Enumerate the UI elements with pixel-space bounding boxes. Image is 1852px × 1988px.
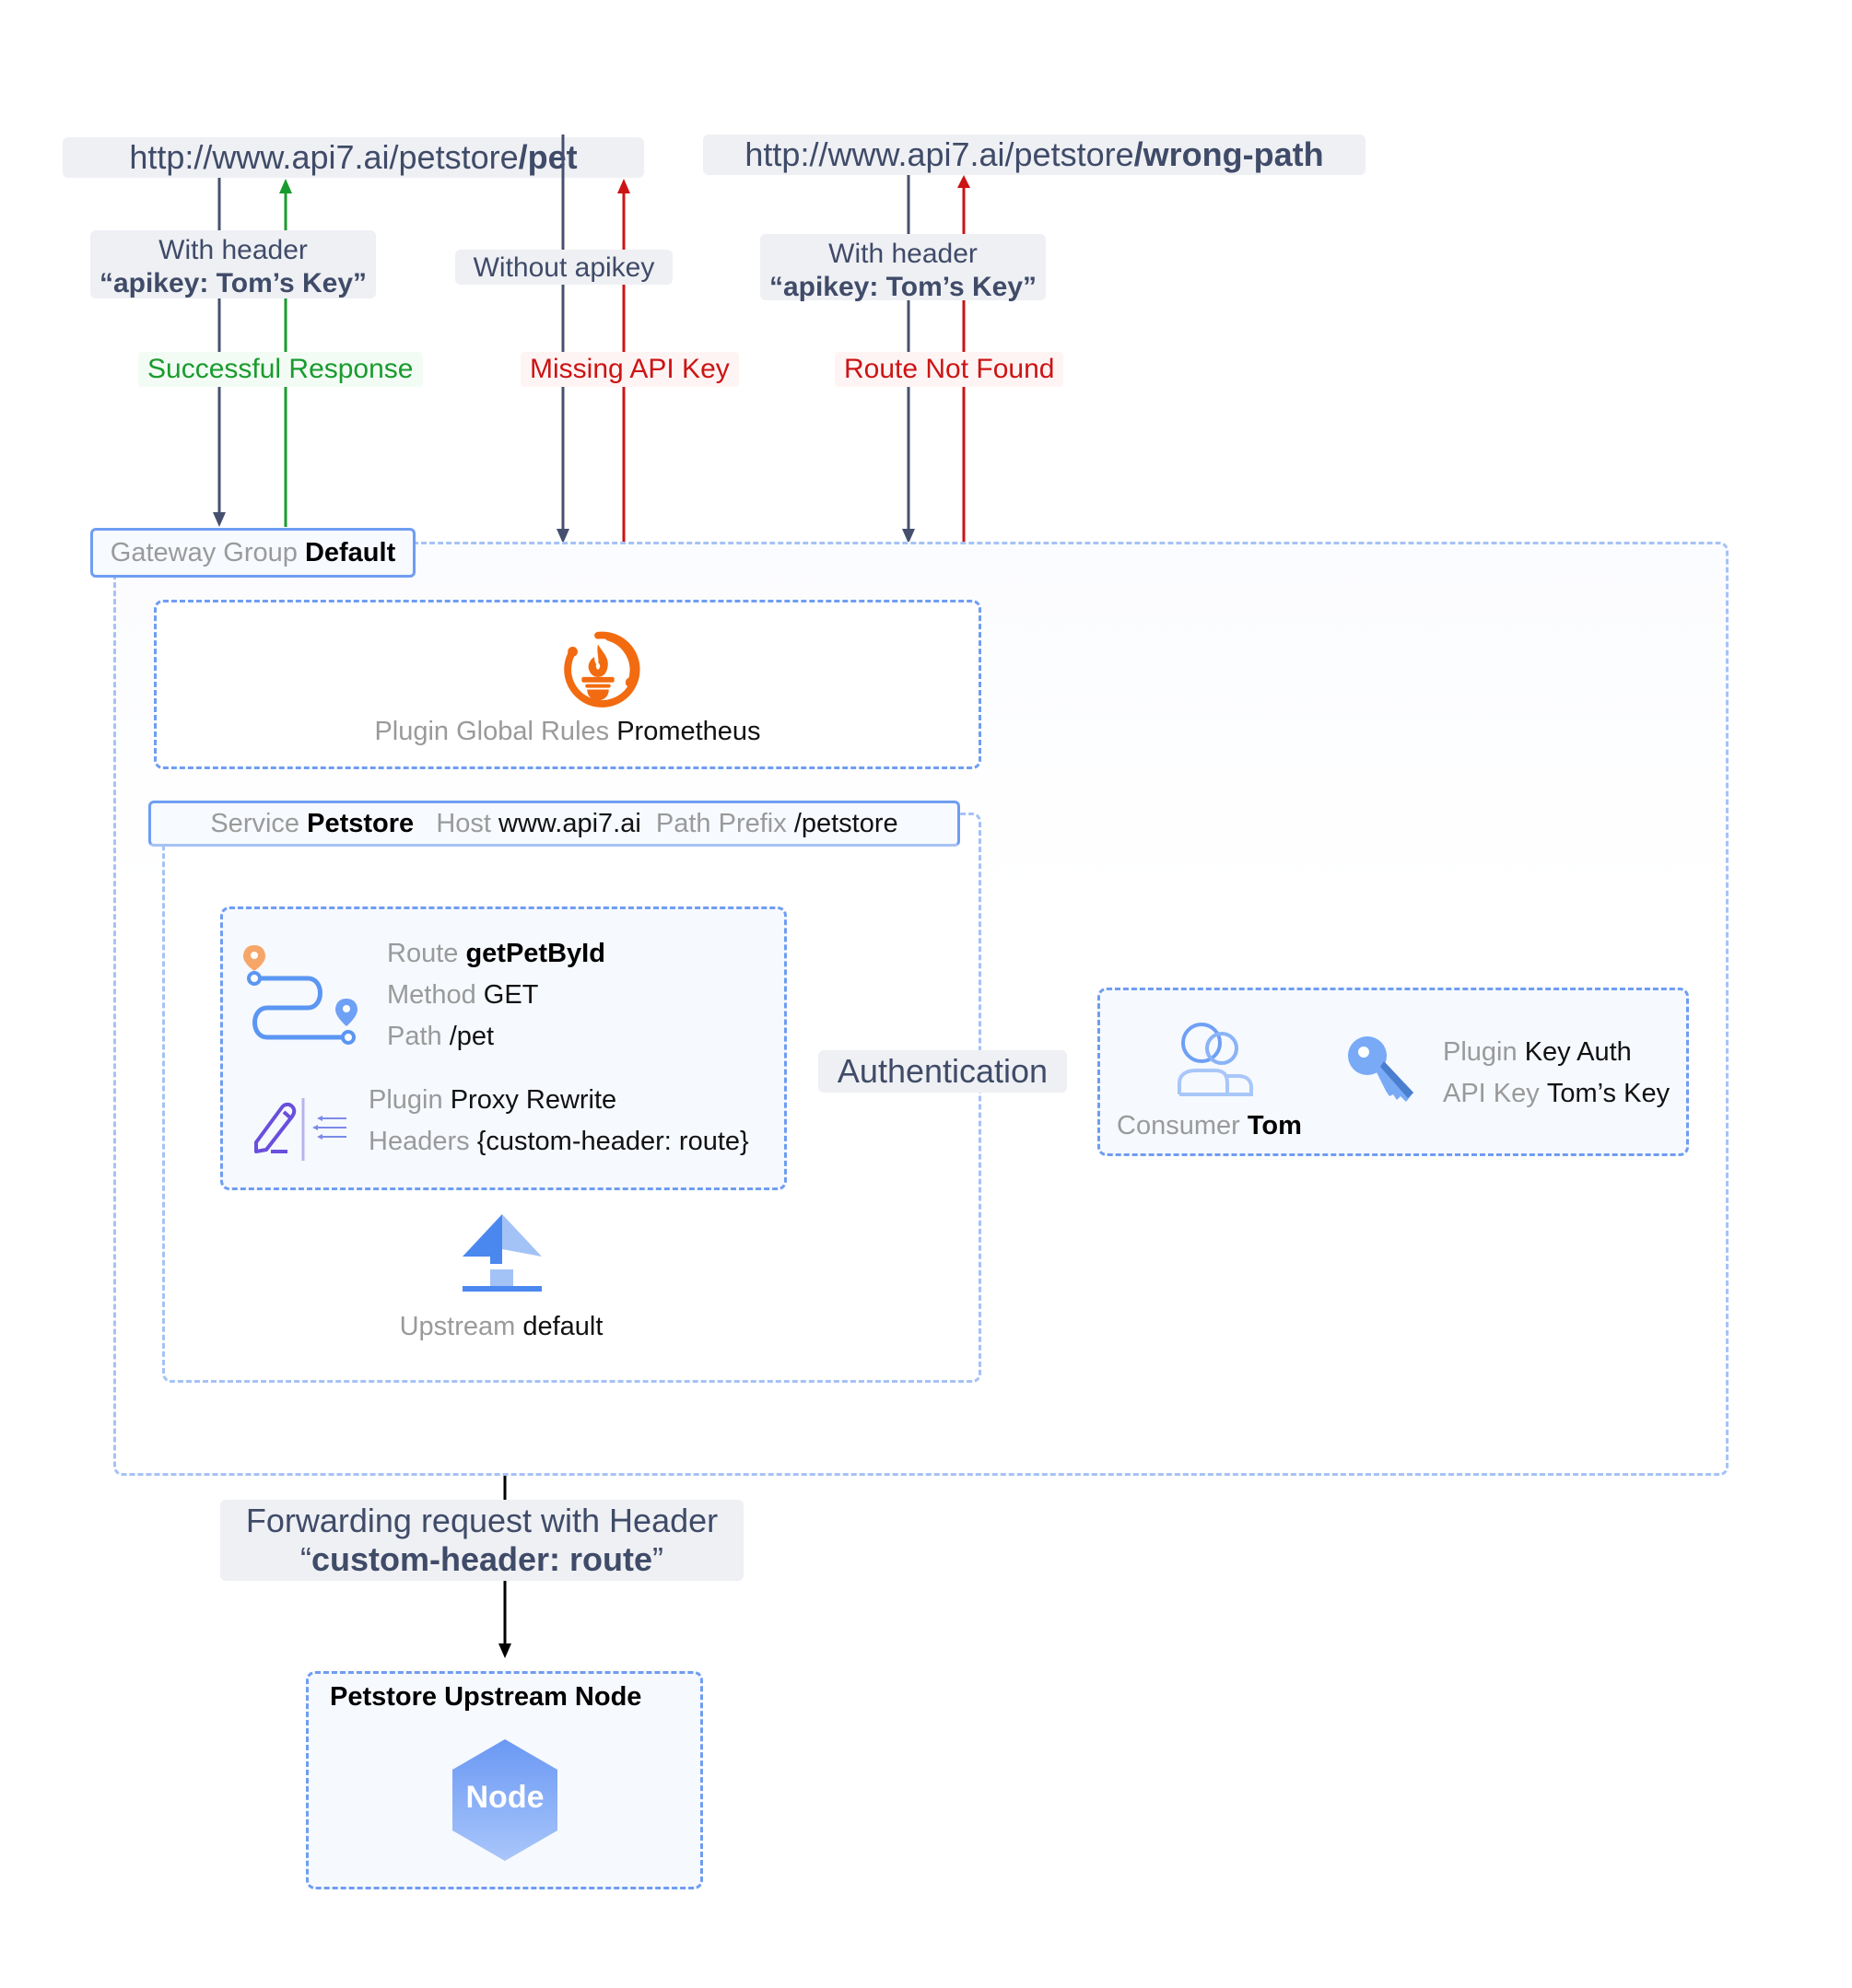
forward-arrowhead <box>498 1643 511 1658</box>
proxy-rewrite-icon <box>254 1098 346 1161</box>
plugin-row: Plugin Proxy Rewrite <box>369 1080 749 1121</box>
apikey-value: Tom’s Key <box>1546 1079 1670 1108</box>
consumer-key: Consumer <box>1117 1111 1240 1140</box>
service-prefix: /petstore <box>793 808 898 838</box>
path-value: /pet <box>449 1022 495 1051</box>
forwarding-line1: Forwarding request with Header <box>245 1502 719 1539</box>
gateway-group-label: Gateway Group Default <box>90 528 416 578</box>
prometheus-icon <box>564 631 640 707</box>
global-rules-key: Plugin Global Rules <box>374 717 610 746</box>
request-label-line1: With header <box>828 239 978 269</box>
service-name: Petstore <box>307 808 415 838</box>
request-label-2: Without apikey <box>455 250 673 285</box>
forwarding-line2: “custom-header: route” <box>220 1540 744 1579</box>
headers-key: Headers <box>369 1127 470 1156</box>
consumer-apikey-row: API Key Tom’s Key <box>1443 1073 1670 1115</box>
route-name-row: Route getPetById <box>387 933 605 975</box>
request-arrowhead-1 <box>213 512 226 527</box>
apikey-key: API Key <box>1443 1079 1540 1108</box>
open-quote: “ <box>299 1540 311 1578</box>
consumer-name: Tom <box>1247 1111 1302 1140</box>
upstream-label: Upstream default <box>162 1312 840 1342</box>
request-label-line2: “apikey: Tom’s Key” <box>99 268 368 298</box>
route-icon <box>243 945 358 1045</box>
upstream-value: default <box>522 1312 604 1341</box>
request-label-line2: “apikey: Tom’s Key” <box>768 272 1037 302</box>
response-arrowhead-1 <box>279 179 292 193</box>
close-quote: ” <box>652 1540 664 1578</box>
response-label-missing-key: Missing API Key <box>521 352 739 387</box>
authentication-label: Authentication <box>818 1050 1067 1093</box>
consumer-plugin-key: Plugin <box>1443 1037 1518 1067</box>
global-rules-label: Plugin Global Rules Prometheus <box>154 717 981 747</box>
route-key: Route <box>387 939 459 968</box>
service-prefix-key: Path Prefix <box>655 808 787 838</box>
route-details: Route getPetById Method GET Path /pet <box>387 933 605 1058</box>
response-label-success: Successful Response <box>138 352 423 387</box>
request-label-1: With header “apikey: Tom’s Key” <box>90 230 376 298</box>
plugin-value: Proxy Rewrite <box>450 1085 617 1115</box>
key-icon <box>1348 1036 1413 1102</box>
consumer-icon <box>1178 1023 1253 1096</box>
consumer-plugin-row: Plugin Key Auth <box>1443 1032 1670 1073</box>
request-label-line1: With header <box>158 235 308 265</box>
request-label-line1: Without apikey <box>473 252 655 283</box>
method-value: GET <box>483 980 539 1010</box>
headers-row: Headers {custom-header: route} <box>369 1121 749 1163</box>
headers-value: {custom-header: route} <box>476 1127 749 1156</box>
request-label-3: With header “apikey: Tom’s Key” <box>760 234 1046 302</box>
gateway-group-value: Default <box>304 537 396 567</box>
upstream-key: Upstream <box>399 1312 516 1341</box>
plugin-key: Plugin <box>369 1085 443 1115</box>
service-key: Service <box>210 808 300 838</box>
gateway-group-key: Gateway Group <box>110 537 298 567</box>
consumer-plugin-details: Plugin Key Auth API Key Tom’s Key <box>1443 1032 1670 1115</box>
service-header: Service Petstore Host www.api7.ai Path P… <box>148 801 960 847</box>
route-name: getPetById <box>465 939 605 968</box>
response-label-not-found: Route Not Found <box>835 352 1064 387</box>
consumer-plugin-value: Key Auth <box>1524 1037 1632 1067</box>
response-arrowhead-2 <box>617 179 630 193</box>
consumer-label: Consumer Tom <box>1117 1111 1302 1141</box>
method-key: Method <box>387 980 476 1010</box>
route-method-row: Method GET <box>387 975 605 1016</box>
service-host-key: Host <box>436 808 491 838</box>
response-arrowhead-3 <box>957 175 970 188</box>
global-rules-value: Prometheus <box>616 717 761 746</box>
forwarding-label: Forwarding request with Header “custom-h… <box>220 1500 744 1581</box>
upstream-node-title: Petstore Upstream Node <box>330 1682 642 1712</box>
service-host: www.api7.ai <box>498 808 641 838</box>
route-path-row: Path /pet <box>387 1016 605 1058</box>
node-label: Node <box>465 1780 545 1815</box>
forwarding-header: custom-header: route <box>311 1540 653 1578</box>
path-key: Path <box>387 1022 442 1051</box>
plugin-details: Plugin Proxy Rewrite Headers {custom-hea… <box>369 1080 749 1163</box>
upstream-icon <box>463 1214 542 1292</box>
